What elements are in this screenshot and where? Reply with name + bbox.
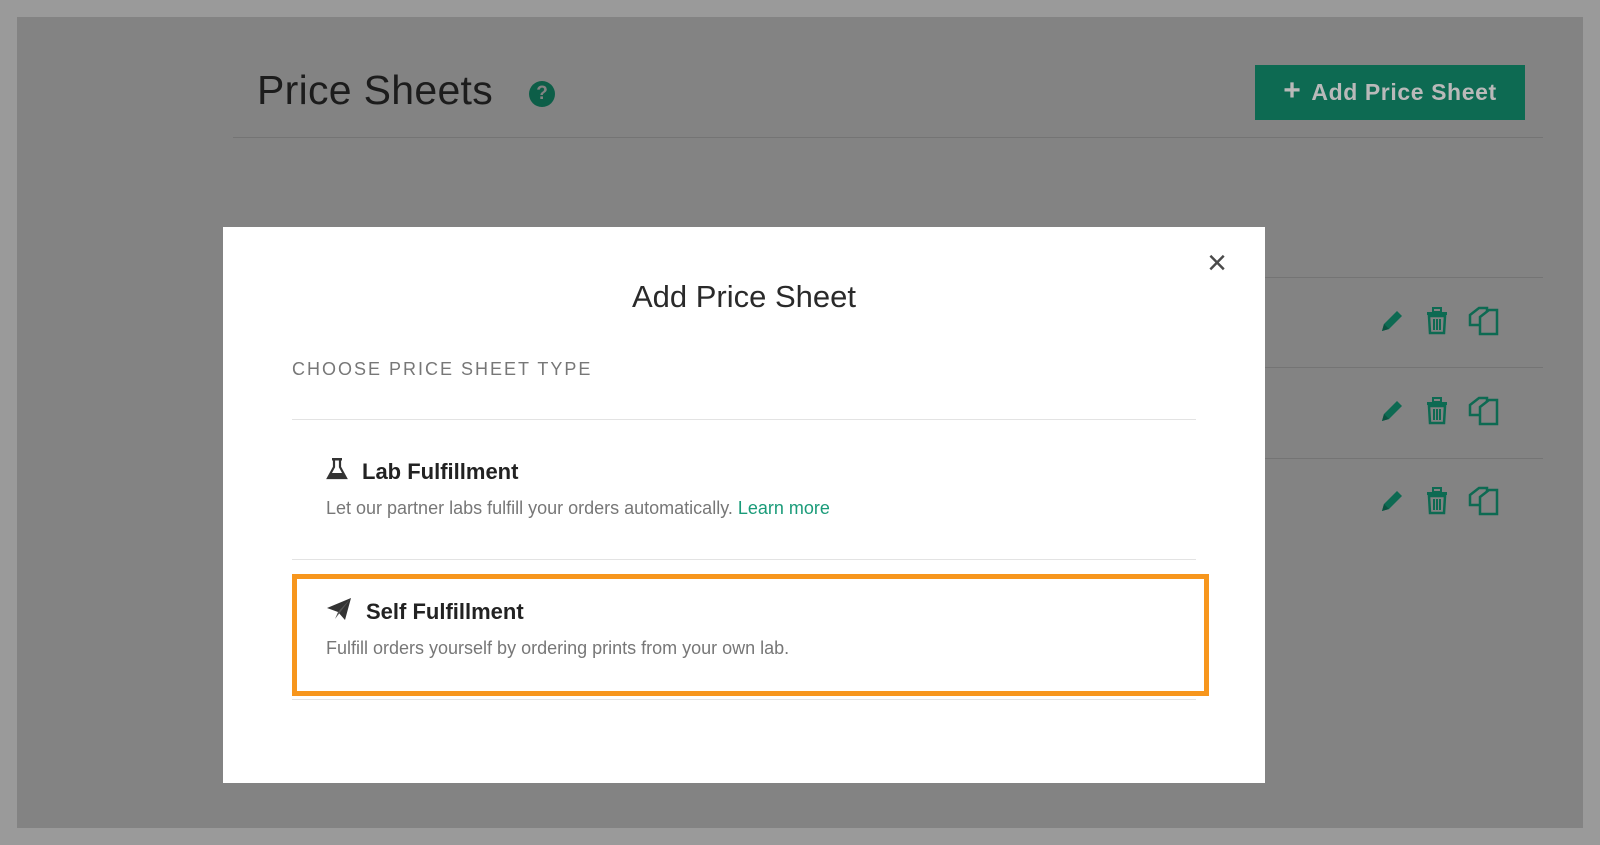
modal-title: Add Price Sheet [631, 279, 857, 314]
highlight-box [292, 574, 1209, 696]
row-divider [1237, 367, 1543, 368]
add-price-sheet-button-label: Add Price Sheet [1311, 79, 1497, 105]
copy-icon[interactable] [1467, 395, 1501, 427]
table-row-actions [1377, 305, 1501, 337]
trash-icon[interactable] [1423, 306, 1451, 336]
copy-icon[interactable] [1467, 305, 1501, 337]
close-icon[interactable]: × [1199, 245, 1235, 281]
plus-icon: + [1283, 74, 1302, 107]
divider [292, 419, 1196, 420]
add-price-sheet-modal: × Add Price Sheet CHOOSE PRICE SHEET TYP… [223, 227, 1265, 783]
pencil-icon[interactable] [1377, 306, 1407, 336]
section-label: CHOOSE PRICE SHEET TYPE [292, 359, 593, 379]
row-divider [1237, 458, 1543, 459]
option-description: Let our partner labs fulfill your orders… [326, 498, 830, 519]
pencil-icon[interactable] [1377, 486, 1407, 516]
option-lab-fulfillment[interactable]: Lab Fulfillment Let our partner labs ful… [292, 421, 1196, 559]
page-title: Price Sheets [257, 67, 494, 113]
row-divider [1237, 277, 1543, 278]
trash-icon[interactable] [1423, 396, 1451, 426]
option-description-text: Let our partner labs fulfill your orders… [326, 498, 733, 518]
header-divider [233, 137, 1543, 138]
screen: Price Sheets ? + Add Price Sheet × Add P… [17, 17, 1583, 828]
table-row-actions [1377, 395, 1501, 427]
option-title: Lab Fulfillment [362, 458, 519, 484]
help-icon[interactable]: ? [529, 81, 555, 107]
copy-icon[interactable] [1467, 485, 1501, 517]
add-price-sheet-button[interactable]: + Add Price Sheet [1255, 65, 1525, 120]
trash-icon[interactable] [1423, 486, 1451, 516]
option-head: Lab Fulfillment [326, 457, 518, 486]
divider [292, 699, 1196, 700]
learn-more-link[interactable]: Learn more [738, 498, 830, 518]
flask-icon [326, 457, 348, 486]
pencil-icon[interactable] [1377, 396, 1407, 426]
table-row-actions [1377, 485, 1501, 517]
divider [292, 559, 1196, 560]
